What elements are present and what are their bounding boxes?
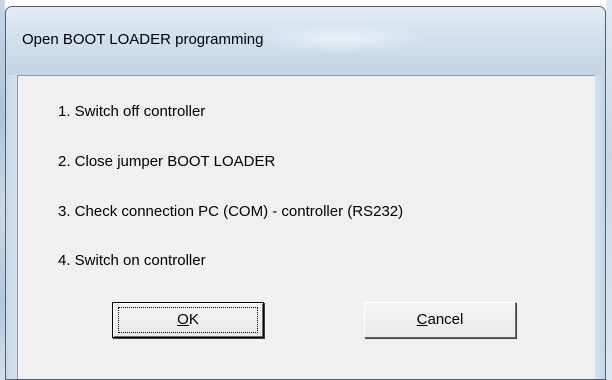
ok-label-rest: K	[188, 311, 199, 328]
window-frame-right	[595, 75, 605, 379]
dialog-window: Open BOOT LOADER programming 1. Switch o…	[5, 6, 606, 380]
cancel-button[interactable]: Cancel	[364, 302, 516, 338]
desktop-background-right	[606, 0, 612, 380]
instruction-step-3: 3. Check connection PC (COM) - controlle…	[58, 203, 404, 220]
instruction-step-1: 1. Switch off controller	[58, 103, 206, 120]
dialog-title: Open BOOT LOADER programming	[22, 31, 264, 48]
ok-mnemonic: O	[177, 311, 189, 328]
cancel-mnemonic: C	[416, 311, 428, 328]
cancel-label-rest: ancel	[427, 311, 464, 328]
dialog-content: 1. Switch off controller 2. Close jumper…	[17, 75, 595, 379]
ok-button-label: OK	[113, 311, 263, 328]
titlebar-glass-highlight	[256, 25, 426, 53]
dialog-titlebar[interactable]: Open BOOT LOADER programming	[6, 7, 605, 75]
instruction-step-2: 2. Close jumper BOOT LOADER	[58, 153, 276, 170]
window-frame-left	[6, 75, 17, 379]
ok-button[interactable]: OK	[112, 302, 264, 338]
instruction-step-4: 4. Switch on controller	[58, 252, 206, 269]
cancel-button-label: Cancel	[365, 311, 515, 328]
